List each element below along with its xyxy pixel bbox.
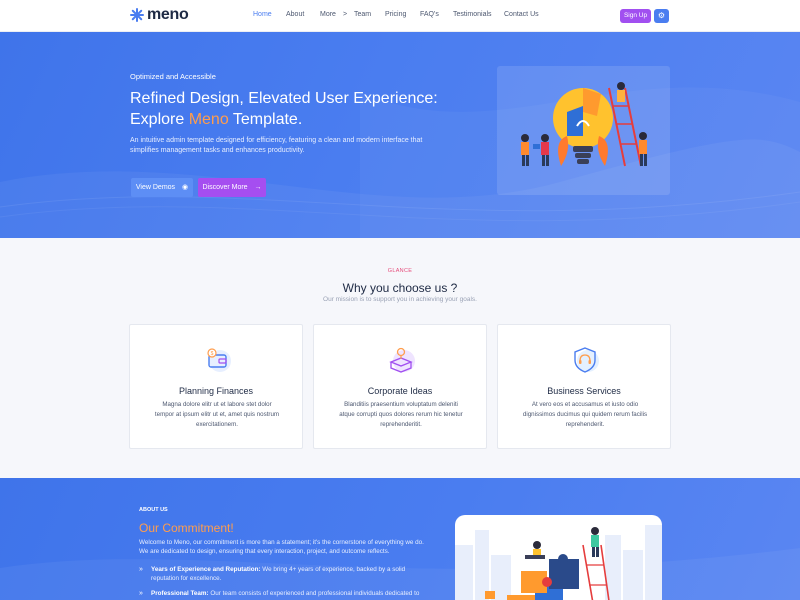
- features-eyebrow: GLANCE: [387, 268, 413, 274]
- puzzle-team-illustration: [455, 525, 662, 600]
- card-title: Corporate Ideas: [367, 386, 433, 396]
- double-chevron-icon: »: [139, 590, 143, 597]
- snowflake-logo-icon: [130, 8, 144, 22]
- hero-wave-background: [0, 87, 800, 238]
- nav-team[interactable]: Team: [354, 11, 371, 18]
- hero-description: An intuitive admin template designed for…: [130, 137, 423, 154]
- settings-button[interactable]: ⚙: [654, 9, 669, 23]
- navbar: meno Home About More > Team Pricing FAQ'…: [0, 0, 800, 32]
- about-point-experience: » Years of Experience and Reputation: We …: [139, 565, 434, 583]
- lightbulb-puzzle-illustration: [521, 82, 647, 167]
- card-text: Magna dolore elitr ut et labore stet dol…: [154, 401, 280, 428]
- nav-home[interactable]: Home: [253, 11, 272, 18]
- features-subtitle: Our mission is to support you in achievi…: [323, 296, 477, 303]
- card-text: At vero eos et accusamus et iusto odio d…: [522, 401, 648, 428]
- hero-title-pre: Explore: [130, 111, 189, 128]
- gear-icon: ⚙: [657, 11, 666, 20]
- hero-title-post: Template.: [228, 111, 303, 128]
- shield-headset-icon: [574, 347, 599, 373]
- nav-contact[interactable]: Contact Us: [504, 11, 539, 18]
- brand-logo[interactable]: meno: [130, 6, 189, 24]
- eye-icon: ◉: [182, 184, 189, 191]
- idea-box-icon: [389, 347, 415, 373]
- about-section: ABOUT US Our Commitment! Welcome to Meno…: [0, 478, 800, 600]
- hero-title-line1: Refined Design, Elevated User Experience…: [130, 90, 438, 107]
- about-point-label: Years of Experience and Reputation:: [151, 566, 261, 573]
- about-title: Our Commitment!: [139, 521, 234, 535]
- hero-eyebrow: Optimized and Accessible: [130, 72, 216, 81]
- feature-card-ideas[interactable]: Corporate Ideas Blanditiis praesentium v…: [313, 324, 487, 449]
- card-title: Business Services: [547, 386, 621, 396]
- discover-more-button[interactable]: Discover More →: [198, 178, 266, 197]
- hero-title-line2: Explore Meno Template.: [130, 109, 460, 130]
- about-point-label: Professional Team:: [151, 590, 209, 597]
- hero-title-accent: Meno: [188, 111, 229, 128]
- signup-button[interactable]: Sign Up: [620, 9, 651, 23]
- discover-more-label: Discover More: [202, 184, 248, 191]
- hero-section: Optimized and Accessible Refined Design,…: [0, 32, 800, 238]
- nav-about[interactable]: About: [286, 11, 304, 18]
- wallet-icon: $: [207, 348, 231, 372]
- card-title: Planning Finances: [178, 386, 254, 396]
- nav-testimonials[interactable]: Testimonials: [453, 11, 492, 18]
- arrow-right-icon: →: [254, 184, 262, 191]
- nav-pricing[interactable]: Pricing: [385, 11, 406, 18]
- brand-name: meno: [147, 6, 189, 23]
- nav-faqs[interactable]: FAQ's: [420, 11, 439, 18]
- chevron-right-icon: >: [343, 11, 348, 18]
- hero-title: Refined Design, Elevated User Experience…: [130, 88, 460, 130]
- svg-text:$: $: [211, 351, 214, 357]
- about-description: Welcome to Meno, our commitment is more …: [139, 539, 424, 555]
- features-title: Why you choose us ?: [342, 281, 458, 295]
- nav-more[interactable]: More: [320, 11, 336, 18]
- about-point-text: Our team consists of experienced and pro…: [208, 590, 420, 597]
- about-point-team: » Professional Team: Our team consists of…: [139, 589, 434, 598]
- feature-card-services[interactable]: Business Services At vero eos et accusam…: [497, 324, 671, 449]
- view-demos-button[interactable]: View Demos ◉: [131, 178, 193, 197]
- view-demos-label: View Demos: [135, 184, 176, 191]
- hero-illustration: [497, 66, 670, 195]
- card-text: Blanditiis praesentium voluptatum deleni…: [339, 401, 463, 428]
- feature-card-planning[interactable]: $ Planning Finances Magna dolore elitr u…: [129, 324, 303, 449]
- double-chevron-icon: »: [139, 566, 143, 573]
- about-eyebrow: ABOUT US: [139, 507, 168, 513]
- about-illustration: [455, 515, 662, 600]
